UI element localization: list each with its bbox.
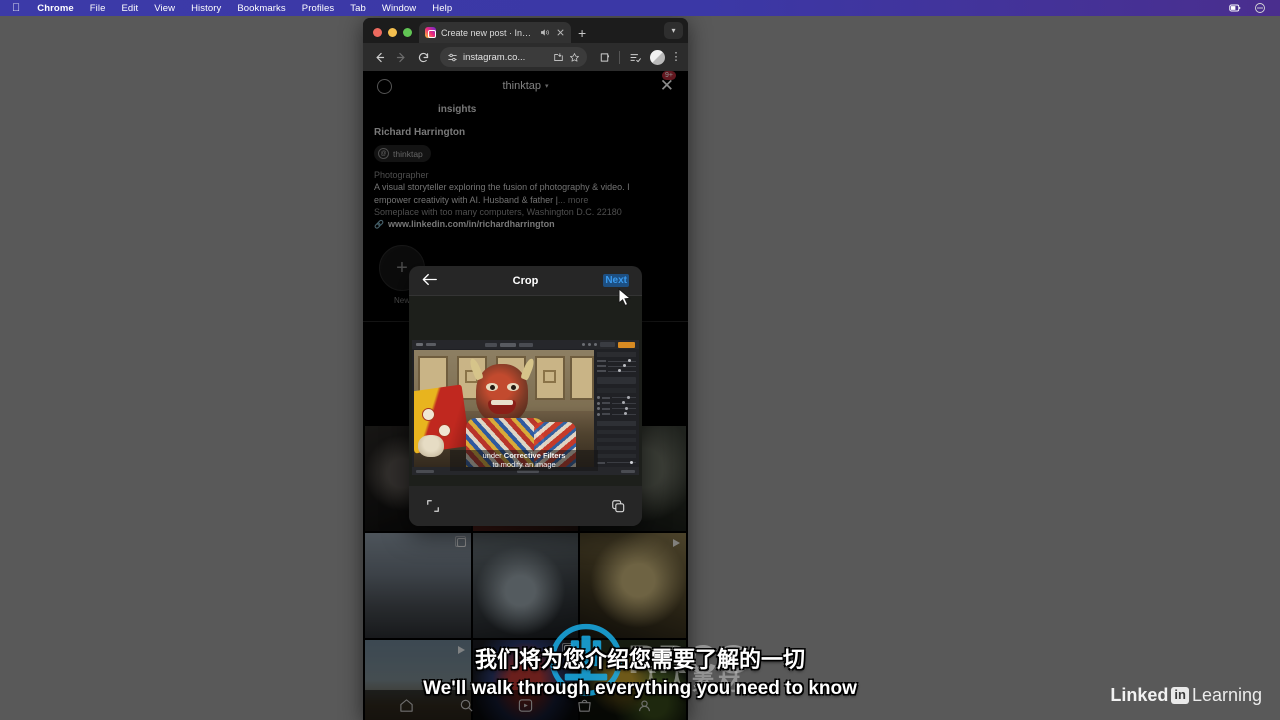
crop-modal-footer [409, 486, 642, 526]
linkedin-learning-logo: Linked in Learning [1110, 685, 1262, 706]
linkedin-in-badge: in [1171, 687, 1189, 704]
mouse-pointer-icon [618, 288, 632, 307]
toolbar-divider [619, 50, 620, 64]
new-tab-button[interactable]: + [571, 26, 593, 43]
carousel-icon [454, 536, 466, 547]
minimize-window-button[interactable] [388, 28, 397, 37]
menu-item-file[interactable]: File [82, 3, 114, 14]
menu-item-profiles[interactable]: Profiles [294, 3, 342, 14]
close-window-button[interactable] [373, 28, 382, 37]
threads-icon: @ [378, 148, 389, 159]
instagram-icon [425, 27, 436, 38]
star-icon[interactable] [569, 52, 580, 63]
close-icon[interactable]: ✕ [660, 77, 674, 94]
menu-item-tab[interactable]: Tab [342, 3, 374, 14]
tab-search-button[interactable]: ▾ [664, 22, 683, 39]
profile-bio-line2: empower creativity with AI. Husband & fa… [374, 195, 558, 205]
extensions-icon[interactable] [594, 47, 614, 67]
profile-bio: Richard Harrington @ thinktap Photograph… [363, 115, 688, 229]
next-button[interactable]: Next [603, 274, 629, 287]
threads-badge[interactable]: @ thinktap [374, 145, 431, 162]
profile-bio-line2-wrap: empower creativity with AI. Husband & fa… [374, 194, 659, 206]
subtitle-english: We'll walk through everything you need t… [423, 678, 857, 699]
instagram-ring-icon[interactable] [377, 78, 392, 94]
menu-item-history[interactable]: History [183, 3, 229, 14]
insights-label[interactable]: insights [363, 101, 688, 115]
multi-photo-icon[interactable] [611, 499, 625, 513]
account-switcher[interactable]: thinktap ▾ [502, 80, 548, 92]
caption-line2: to modify an image [492, 460, 556, 469]
maximize-window-button[interactable] [403, 28, 412, 37]
menu-item-chrome[interactable]: Chrome [29, 3, 82, 14]
caption-prefix: under [482, 451, 504, 460]
window-controls [367, 28, 419, 43]
profile-location: Someplace with too many computers, Washi… [374, 207, 622, 217]
linkedin-word: Linked [1110, 685, 1169, 705]
menu-item-edit[interactable]: Edit [113, 3, 146, 14]
reading-list-icon[interactable] [625, 47, 645, 67]
speaker-icon[interactable] [539, 27, 550, 38]
crop-canvas[interactable]: under Corrective Filters to modify an im… [409, 296, 642, 486]
avatar-icon[interactable] [650, 49, 665, 65]
apple-icon[interactable]:  [8, 2, 29, 14]
crop-modal-header: Crop Next [409, 266, 642, 296]
chevron-down-icon: ▾ [545, 83, 549, 90]
crop-modal-title: Crop [512, 274, 539, 287]
menu-item-help[interactable]: Help [424, 3, 460, 14]
profile-link: www.linkedin.com/in/richardharrington [387, 219, 555, 229]
image-caption: under Corrective Filters to modify an im… [450, 450, 598, 471]
profile-bio-line1: A visual storyteller exploring the fusio… [374, 182, 630, 192]
video-icon [672, 539, 680, 547]
threads-handle: thinktap [393, 148, 423, 159]
tab-strip: Create new post · Instagr + ▾ [363, 18, 688, 43]
back-button[interactable] [369, 47, 389, 67]
profile-link-row[interactable]: 🔗 www.linkedin.com/in/richardharrington [374, 219, 677, 229]
do-not-disturb-icon[interactable] [1254, 2, 1266, 14]
learning-word: Learning [1191, 685, 1262, 705]
menu-item-bookmarks[interactable]: Bookmarks [229, 3, 293, 14]
profile-category: Photographer [374, 170, 429, 180]
close-button-wrap: 9+ ✕ [652, 71, 676, 97]
crop-modal: Crop Next under Corrective Filters to mo… [409, 266, 642, 526]
menu-item-window[interactable]: Window [374, 3, 424, 14]
battery-icon[interactable] [1229, 2, 1241, 14]
reload-button[interactable] [413, 47, 433, 67]
profile-display-name: Richard Harrington [374, 127, 466, 138]
install-app-icon[interactable] [553, 52, 564, 63]
tune-icon[interactable] [447, 52, 458, 63]
instagram-topbar: thinktap ▾ 9+ ✕ [363, 71, 688, 101]
subtitles: 我们将为您介绍您需要了解的一切 We'll walk through every… [0, 646, 1280, 702]
crop-preview-image[interactable]: under Corrective Filters to modify an im… [412, 340, 639, 475]
screen:  Chrome File Edit View History Bookmark… [0, 0, 1280, 720]
grid-item[interactable] [365, 533, 471, 638]
tab-title: Create new post · Instagr [441, 27, 534, 38]
kebab-menu-icon[interactable]: ⋮ [670, 51, 682, 62]
macos-menubar:  Chrome File Edit View History Bookmark… [0, 0, 1280, 16]
menu-item-view[interactable]: View [146, 3, 183, 14]
browser-toolbar: instagram.co... ⋮ [363, 43, 688, 71]
back-arrow-icon[interactable] [422, 273, 438, 288]
browser-tab[interactable]: Create new post · Instagr [419, 22, 571, 43]
url-text: instagram.co... [463, 51, 526, 63]
address-bar[interactable]: instagram.co... [440, 47, 587, 67]
account-username: thinktap [502, 80, 542, 92]
link-icon: 🔗 [374, 219, 384, 229]
subtitle-chinese: 我们将为您介绍您需要了解的一切 [474, 647, 805, 672]
caption-bold: Corrective Filters [503, 451, 566, 460]
caption-line1: under Corrective Filters [450, 451, 598, 460]
bio-more-link[interactable]: ... more [558, 195, 589, 205]
expand-crop-icon[interactable] [426, 499, 440, 513]
forward-button[interactable] [391, 47, 411, 67]
close-icon[interactable] [555, 27, 566, 38]
menubar-tray [1229, 2, 1272, 14]
